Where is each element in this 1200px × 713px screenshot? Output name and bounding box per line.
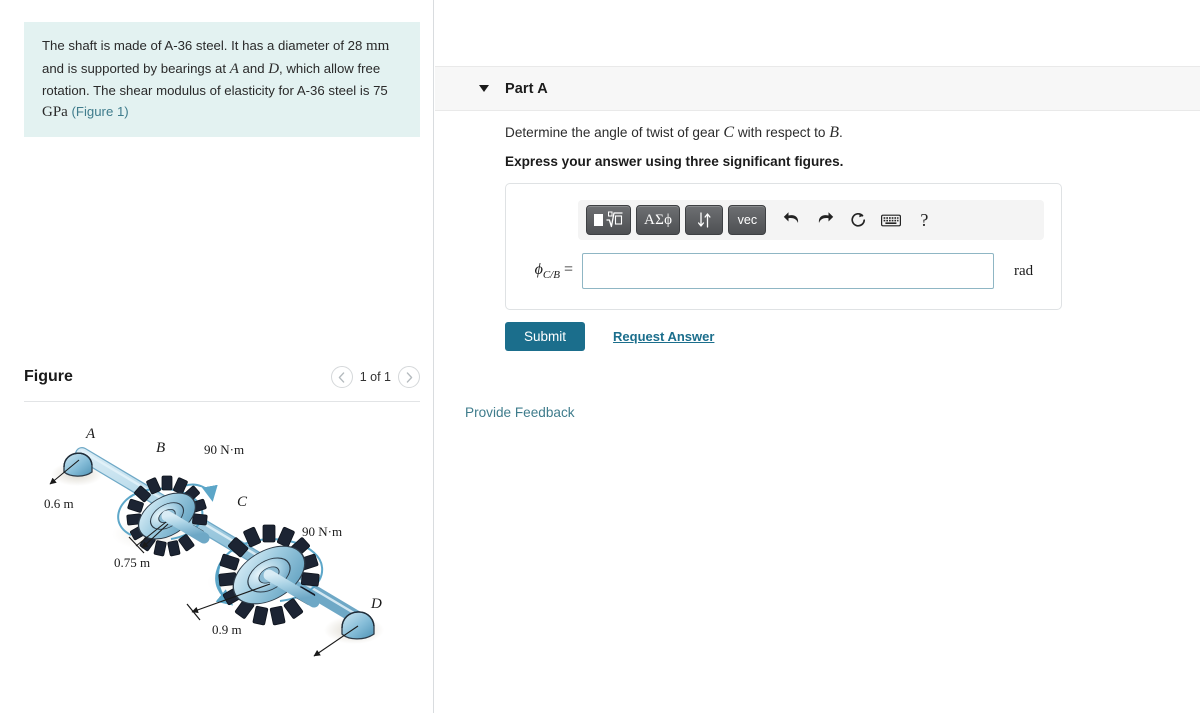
- question-instruction: Express your answer using three signific…: [505, 154, 844, 169]
- figure-image[interactable]: A B C D 90 N·m 90 N·m 0.6 m 0.75 m 0.9 m: [24, 412, 424, 682]
- bearing-d: [341, 611, 375, 640]
- question-gear-c: C: [723, 124, 735, 141]
- problem-point-a: A: [229, 60, 239, 77]
- label-dim-bc: 0.75 m: [114, 555, 150, 570]
- label-torque-c: 90 N·m: [302, 524, 342, 539]
- label-c: C: [237, 494, 248, 510]
- equals-sign: =: [563, 260, 573, 278]
- phi-subscript: C/B: [542, 269, 560, 282]
- undo-icon: [784, 212, 799, 223]
- chevron-down-icon[interactable]: [479, 85, 489, 92]
- answer-unit: rad: [1014, 262, 1034, 279]
- label-dim-ab: 0.6 m: [44, 496, 74, 511]
- question-period: .: [839, 125, 843, 140]
- figure-divider: [24, 401, 420, 402]
- answer-widget: ΑΣϕ vec ? ϕC/B = rad: [505, 183, 1062, 310]
- question-prefix: Determine the angle of twist of gear: [505, 125, 724, 140]
- math-toolbar: ΑΣϕ vec ?: [578, 200, 1044, 240]
- answer-input[interactable]: [582, 253, 994, 289]
- left-panel: The shaft is made of A-36 steel. It has …: [0, 0, 434, 713]
- undo-button[interactable]: [778, 206, 806, 234]
- phi-symbol: ϕ: [534, 260, 543, 278]
- template-button[interactable]: [586, 205, 631, 235]
- label-b: B: [156, 440, 165, 456]
- figure-header: Figure 1 of 1: [24, 366, 420, 394]
- filled-square-icon: [594, 214, 603, 226]
- provide-feedback-link[interactable]: Provide Feedback: [465, 405, 575, 420]
- figure-counter: 1 of 1: [359, 370, 391, 384]
- nth-root-icon: [606, 211, 623, 228]
- help-button[interactable]: ?: [910, 206, 938, 234]
- problem-line-4: A-36 steel is 75: [296, 82, 388, 98]
- keyboard-icon: [881, 214, 902, 226]
- question-mark-icon: ?: [920, 209, 929, 230]
- right-panel: Part A Determine the angle of twist of g…: [435, 0, 1200, 713]
- problem-line-2b: and: [238, 60, 269, 76]
- label-a: A: [85, 426, 96, 442]
- updown-arrow-icon: [697, 212, 711, 228]
- question-gear-b: B: [829, 124, 840, 141]
- redo-icon: [819, 212, 834, 223]
- vector-button[interactable]: vec: [728, 205, 767, 235]
- chevron-right-icon: [406, 371, 412, 383]
- label-torque-b: 90 N·m: [204, 442, 244, 457]
- problem-unit-mm: mm: [366, 38, 390, 54]
- submit-button[interactable]: Submit: [505, 322, 586, 351]
- reset-button[interactable]: [844, 206, 872, 234]
- request-answer-link[interactable]: Request Answer: [613, 329, 714, 344]
- answer-variable-label: ϕC/B =: [518, 261, 582, 281]
- problem-line-2a: and is supported by bearings at: [42, 60, 230, 76]
- action-row: Submit Request Answer: [505, 322, 714, 351]
- redo-button[interactable]: [811, 206, 839, 234]
- answer-input-row: ϕC/B = rad: [518, 248, 1058, 294]
- question-text: Determine the angle of twist of gear C w…: [505, 124, 843, 142]
- mastering-physics-page: The shaft is made of A-36 steel. It has …: [0, 0, 1200, 713]
- problem-statement: The shaft is made of A-36 steel. It has …: [24, 22, 420, 138]
- up-down-arrows-button[interactable]: [685, 205, 724, 235]
- label-dim-cd: 0.9 m: [212, 622, 242, 637]
- keyboard-button[interactable]: [877, 206, 905, 234]
- part-a-title: Part A: [505, 80, 548, 97]
- figure-title: Figure: [24, 368, 73, 385]
- problem-line-2c: , which: [279, 60, 321, 76]
- problem-point-d: D: [268, 60, 280, 77]
- problem-line-1: The shaft is made of A-36 steel. It has …: [42, 38, 363, 53]
- chevron-left-icon: [338, 371, 345, 383]
- figure-1-link[interactable]: (Figure 1): [72, 104, 129, 119]
- part-a-header[interactable]: Part A: [435, 66, 1200, 111]
- shaft-gear-diagram: A B C D 90 N·m 90 N·m 0.6 m 0.75 m 0.9 m: [44, 426, 384, 657]
- figure-navigation: 1 of 1: [330, 366, 420, 388]
- bearing-a: [63, 452, 93, 477]
- reset-circular-arrow-icon: [851, 212, 865, 227]
- label-d: D: [370, 596, 382, 612]
- figure-prev-button[interactable]: [330, 366, 353, 388]
- question-middle: with respect to: [734, 125, 830, 140]
- figure-next-button[interactable]: [398, 366, 420, 388]
- problem-unit-gpa: GPa: [42, 103, 68, 120]
- greek-symbols-button[interactable]: ΑΣϕ: [636, 205, 681, 235]
